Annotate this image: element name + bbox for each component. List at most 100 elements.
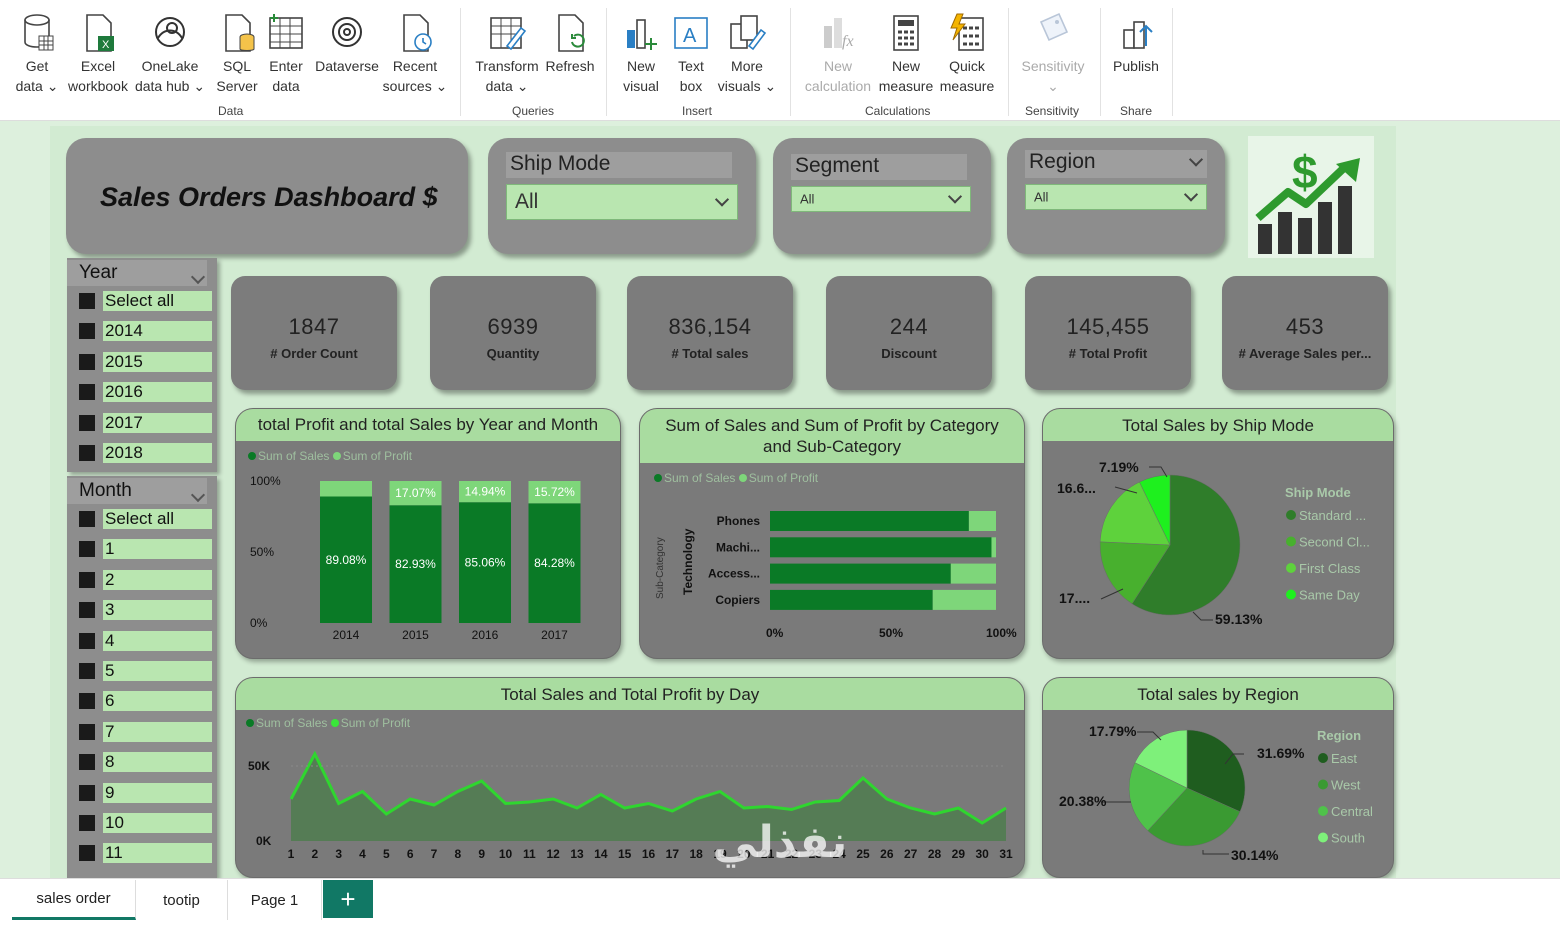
get-data-button[interactable]: Get data ⌄ [12, 12, 62, 96]
sensitivity-button[interactable]: Sensitivity ⌄ [1016, 12, 1090, 96]
slicer-option[interactable]: 5 [79, 661, 212, 681]
sql-server-button[interactable]: SQL Server [214, 12, 260, 96]
slicer-option[interactable]: 6 [79, 691, 212, 712]
button-label: New [891, 58, 920, 74]
transform-data-button[interactable]: Transform data ⌄ [472, 12, 542, 96]
year-slicer: Year Select all 2014 2015 2016 2017 2018 [67, 258, 217, 472]
tab-sales-order[interactable]: sales order [12, 880, 136, 920]
button-label: Recent [392, 58, 438, 74]
x-tick-label: 23 [809, 847, 823, 861]
sales-profit-by-category-chart[interactable]: Sum of Sales and Sum of Profit by Catego… [639, 408, 1025, 659]
slicer-option[interactable]: 2016 [79, 382, 212, 403]
excel-workbook-button[interactable]: X Excel workbook [68, 12, 128, 96]
slicer-option[interactable]: 2015 [79, 351, 212, 372]
button-label: Text [678, 58, 704, 74]
region-dropdown[interactable]: All [1025, 184, 1207, 210]
enter-data-button[interactable]: Enter data [264, 12, 308, 96]
slicer-option[interactable]: 4 [79, 630, 212, 651]
slicer-option[interactable]: Select all [79, 291, 212, 311]
slicer-option[interactable]: 2017 [79, 412, 212, 433]
checkbox[interactable] [79, 445, 95, 461]
group-label-share: Share [1120, 104, 1153, 118]
onelake-data-hub-button[interactable]: OneLake data hub ⌄ [130, 12, 210, 96]
slicer-option[interactable]: 9 [79, 782, 212, 803]
recent-sources-button[interactable]: Recent sources ⌄ [382, 12, 448, 96]
checkbox[interactable] [79, 784, 95, 801]
checkbox[interactable] [79, 511, 95, 527]
checkbox[interactable] [79, 571, 95, 588]
sales-by-ship-mode-chart[interactable]: Total Sales by Ship Mode Ship Mode Standa… [1042, 408, 1394, 659]
checkbox[interactable] [79, 632, 95, 649]
slicer-option[interactable]: 2 [79, 569, 212, 590]
tab-tootip[interactable]: tootip [136, 880, 228, 920]
ribbon-separator [1100, 8, 1101, 116]
x-tick-label: 12 [546, 847, 560, 861]
checkbox[interactable] [79, 693, 95, 710]
text-box-button[interactable]: A Text box [668, 12, 714, 96]
y-tick-label: 50K [248, 759, 270, 773]
chevron-down-icon: ⌄ [1047, 78, 1059, 94]
checkbox[interactable] [79, 541, 95, 558]
chevron-down-icon [947, 189, 963, 204]
sql-server-icon [225, 14, 255, 52]
more-visuals-button[interactable]: More visuals ⌄ [716, 12, 778, 96]
x-tick-label: 22 [785, 847, 799, 861]
ship-mode-dropdown[interactable]: All [506, 184, 738, 220]
checkbox[interactable] [79, 754, 95, 771]
new-measure-button[interactable]: New measure [876, 12, 936, 96]
slicer-option[interactable]: 1 [79, 539, 212, 560]
x-tick-label: 26 [880, 847, 894, 861]
profit-sales-by-year-chart[interactable]: total Profit and total Sales by Year and… [235, 408, 621, 659]
publish-button[interactable]: Publish [1106, 12, 1166, 76]
x-tick-label: 18 [689, 847, 703, 861]
x-tick-label: 5 [383, 847, 390, 861]
slicer-option[interactable]: 2018 [79, 443, 212, 463]
checkbox[interactable] [79, 815, 95, 831]
x-tick-label: 30 [975, 847, 989, 861]
slicer-option[interactable]: 8 [79, 752, 212, 773]
x-tick-label: 7 [431, 847, 438, 861]
button-label: Excel [80, 58, 116, 74]
slicer-option[interactable]: Select all [79, 509, 212, 529]
button-label: More [731, 58, 763, 74]
leader-line [1202, 850, 1229, 855]
bar-profit [991, 537, 996, 558]
slicer-option[interactable]: 2014 [79, 321, 212, 342]
checkbox[interactable] [79, 353, 95, 370]
slicer-option[interactable]: 3 [79, 600, 212, 621]
slicer-option[interactable]: 10 [79, 813, 212, 833]
option-bar [103, 782, 212, 803]
legend-dot [1318, 753, 1328, 763]
checkbox[interactable] [79, 323, 95, 340]
bar-profit [320, 481, 372, 497]
axis-title: Sub-Category [655, 537, 666, 599]
checkbox[interactable] [79, 384, 95, 401]
checkbox[interactable] [79, 414, 95, 431]
refresh-button[interactable]: Refresh [542, 12, 598, 76]
new-visual-button[interactable]: New visual [618, 12, 664, 96]
bar-sales [770, 537, 992, 558]
checkbox[interactable] [79, 602, 95, 619]
option-label: Select all [105, 291, 174, 310]
new-calculation-button[interactable]: fx New calculation [800, 12, 876, 96]
add-page-button[interactable]: + [323, 880, 373, 918]
kpi-card-total-sales: 836,154 # Total sales [627, 276, 793, 390]
bar-sales [770, 589, 933, 610]
slicer-option[interactable]: 11 [79, 843, 212, 864]
x-tick-label: 15 [618, 847, 632, 861]
chevron-down-icon [1183, 187, 1199, 202]
checkbox[interactable] [79, 845, 95, 862]
segment-dropdown[interactable]: All [791, 186, 971, 212]
checkbox[interactable] [79, 663, 95, 679]
tab-page-1[interactable]: Page 1 [228, 880, 322, 920]
sales-profit-by-day-chart[interactable]: Total Sales and Total Profit by Day Sum … [235, 677, 1025, 878]
sales-by-region-chart[interactable]: Total sales by Region Region East West Cent… [1042, 677, 1394, 878]
checkbox[interactable] [79, 293, 95, 309]
dropdown-value: All [515, 190, 539, 213]
dataverse-button[interactable]: Dataverse [312, 12, 382, 76]
checkbox[interactable] [79, 723, 95, 740]
option-label: 4 [105, 630, 115, 650]
x-tick-label: 10 [499, 847, 513, 861]
quick-measure-button[interactable]: Quick measure [936, 12, 998, 96]
slicer-option[interactable]: 7 [79, 721, 212, 742]
